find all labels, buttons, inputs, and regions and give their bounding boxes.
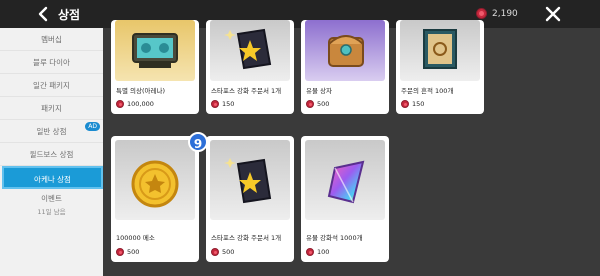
sidebar-item-package[interactable]: 패키지 (0, 97, 103, 120)
sidebar-item-arena-shop[interactable]: 아케나 상점 (2, 166, 103, 189)
item-price: 150 (401, 100, 424, 108)
sidebar-item-blue-diamond[interactable]: 블루 다이아 (0, 51, 103, 74)
back-arrow-icon[interactable] (36, 6, 52, 22)
item-price: 500 (306, 100, 329, 108)
starforce-scroll-icon (210, 20, 290, 81)
arena-coin-icon (211, 248, 219, 256)
arena-coin-icon (211, 100, 219, 108)
arena-coin-icon (116, 100, 124, 108)
arena-coin-icon (401, 100, 409, 108)
arena-coin-icon (306, 248, 314, 256)
item-name: 특별 의상(아레나) (116, 87, 165, 95)
top-bar: 상점 2,190 (0, 0, 600, 28)
close-icon[interactable] (545, 6, 561, 22)
item-name: 유물 상자 (306, 87, 332, 95)
special-outfit-icon (115, 20, 195, 81)
shop-item-card[interactable]: 주문의 흔적 100개 150 (396, 20, 484, 114)
spell-trace-icon (400, 20, 480, 81)
starforce-scroll-icon (210, 140, 290, 220)
item-name: 주문의 흔적 100개 (401, 87, 454, 95)
sidebar-item-membership[interactable]: 멤버십 (0, 28, 103, 51)
meso-coin-icon (115, 140, 195, 220)
item-price: 150 (211, 100, 234, 108)
sidebar-item-world-boss-shop[interactable]: 윌드보스 상점 (0, 143, 103, 166)
sidebar-item-general-shop[interactable]: 일반 상점 AD (0, 120, 103, 143)
shop-item-card[interactable]: 스타포스 강화 주문서 1개 500 (206, 136, 294, 262)
arena-coin-icon (476, 8, 487, 19)
item-price: 100,000 (116, 100, 154, 108)
sidebar: 멤버십 블루 다이아 일간 패키지 패키지 일반 상점 AD 윌드보스 상점 아… (0, 28, 103, 276)
currency-value: 2,190 (492, 8, 518, 19)
event-remaining: 11일 남음 (37, 208, 66, 216)
ad-badge: AD (85, 122, 100, 131)
event-label: 이벤트 (41, 194, 62, 203)
arena-coin-icon (306, 100, 314, 108)
floating-app-badge[interactable]: 9 (188, 132, 208, 152)
currency-display: 2,190 (476, 8, 518, 19)
item-price: 500 (211, 248, 234, 256)
item-name: 유물 강화석 1000개 (306, 234, 363, 242)
sidebar-item-label: 일반 상점 (36, 127, 67, 136)
sidebar-item-daily-package[interactable]: 일간 패키지 (0, 74, 103, 97)
arena-coin-icon (116, 248, 124, 256)
item-name: 스타포스 강화 주문서 1개 (211, 87, 282, 95)
sidebar-item-event[interactable]: 이벤트 11일 남음 (0, 189, 103, 216)
shop-grid: 특별 의상(아레나) 100,000 스타포스 강화 주문서 1개 150 유물… (103, 20, 600, 276)
item-name: 100000 메소 (116, 234, 155, 242)
shop-item-card[interactable]: 유물 강화석 1000개 100 (301, 136, 389, 262)
shop-item-card[interactable]: 스타포스 강화 주문서 1개 150 (206, 20, 294, 114)
item-name: 스타포스 강화 주문서 1개 (211, 234, 282, 242)
relic-chest-icon (305, 20, 385, 81)
item-price: 100 (306, 248, 329, 256)
shop-item-card[interactable]: 100000 메소 500 (111, 136, 199, 262)
shop-item-card[interactable]: 유물 상자 500 (301, 20, 389, 114)
relic-crystal-icon (305, 140, 385, 220)
page-title: 상점 (58, 8, 81, 22)
shop-item-card[interactable]: 특별 의상(아레나) 100,000 (111, 20, 199, 114)
item-price: 500 (116, 248, 139, 256)
